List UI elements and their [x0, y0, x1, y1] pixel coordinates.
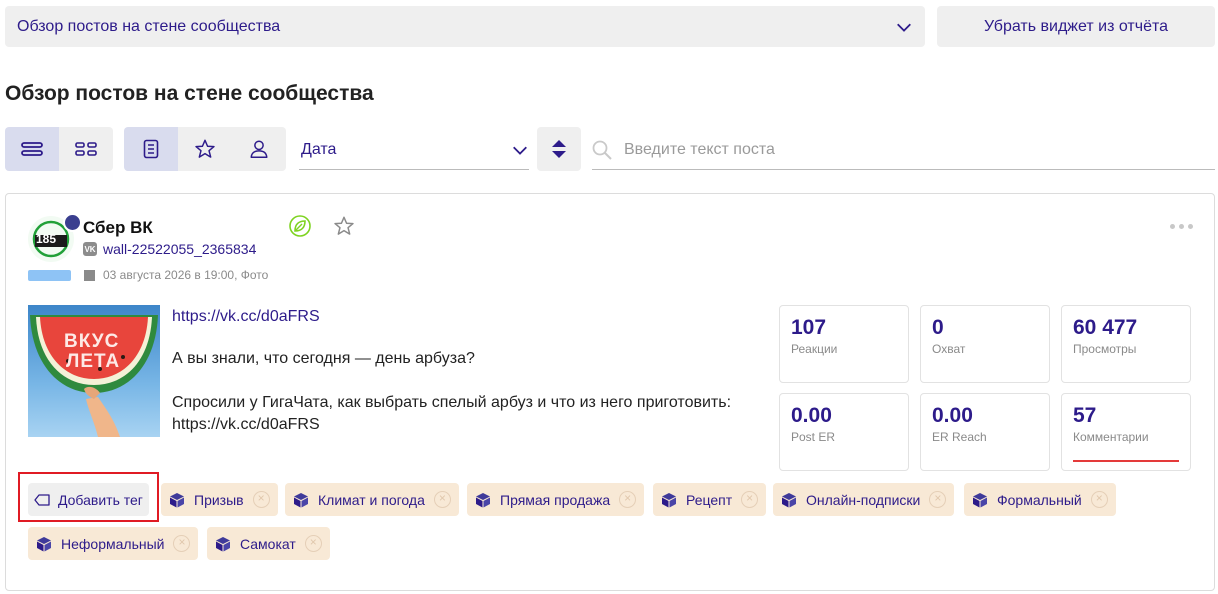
- cube-icon: [170, 492, 184, 507]
- favorites-button[interactable]: [178, 127, 232, 171]
- active-underline: [1073, 460, 1179, 462]
- all-posts-button[interactable]: [124, 127, 178, 171]
- sort-direction-button[interactable]: [537, 127, 581, 171]
- remove-tag-icon[interactable]: ×: [433, 491, 451, 508]
- tag-icon: [34, 493, 50, 506]
- tag-label: Неформальный: [61, 535, 165, 552]
- avatar-text: 185: [36, 232, 57, 246]
- cube-icon: [973, 492, 987, 507]
- user-icon: [250, 140, 268, 158]
- stat-er-reach: 0.00 ER Reach: [920, 393, 1050, 471]
- search-icon: [592, 140, 612, 160]
- remove-tag-icon[interactable]: ×: [1090, 491, 1108, 508]
- post-status-marker: [84, 270, 95, 281]
- leaf-icon: [289, 215, 311, 237]
- filter-switch: [124, 127, 286, 171]
- page-title: Обзор постов на стене сообщества: [5, 82, 374, 105]
- report-select[interactable]: Обзор постов на стене сообщества: [5, 6, 925, 47]
- cube-icon: [476, 492, 490, 507]
- tag-label: Рецепт: [686, 491, 733, 508]
- chevron-down-icon: [513, 146, 527, 155]
- search-input[interactable]: [624, 140, 1184, 159]
- remove-tag-icon[interactable]: ×: [741, 491, 759, 508]
- remove-tag-icon[interactable]: ×: [929, 491, 947, 508]
- remove-widget-button[interactable]: Убрать виджет из отчёта: [937, 6, 1215, 47]
- post-paragraph-2: Спросили у ГигаЧата, как выбрать спелый …: [172, 394, 732, 433]
- tag-label: Онлайн-подписки: [806, 491, 921, 508]
- remove-tag-icon[interactable]: ×: [304, 535, 322, 552]
- stat-label: Реакции: [791, 342, 838, 356]
- remove-tag-icon[interactable]: ×: [252, 491, 270, 508]
- tag-item[interactable]: Самокат ×: [207, 527, 330, 560]
- stat-label: Комментарии: [1073, 430, 1149, 444]
- post-image[interactable]: ВКУС ЛЕТА: [28, 305, 160, 437]
- tag-item[interactable]: Призыв ×: [161, 483, 278, 516]
- post-card: 185 Сбер ВК VK wall-22522055_2365834 03 …: [5, 193, 1215, 591]
- post-date: 03 августа 2026 в 19:00, Фото: [103, 268, 269, 282]
- stat-label: ER Reach: [932, 430, 987, 444]
- authors-button[interactable]: [232, 127, 286, 171]
- stat-reactions: 107 Реакции: [779, 305, 909, 383]
- stat-views: 60 477 Просмотры: [1061, 305, 1191, 383]
- stat-label: Охват: [932, 342, 966, 356]
- stat-label: Post ER: [791, 430, 836, 444]
- list-view-icon: [21, 142, 43, 156]
- vk-icon: VK: [83, 242, 97, 256]
- tag-item[interactable]: Онлайн-подписки ×: [773, 483, 955, 516]
- tag-item[interactable]: Формальный ×: [964, 483, 1116, 516]
- stat-reach: 0 Охват: [920, 305, 1050, 383]
- stat-value: 107: [791, 316, 827, 339]
- tag-label: Призыв: [194, 491, 244, 508]
- online-indicator: [63, 213, 82, 232]
- tag-item[interactable]: Неформальный ×: [28, 527, 199, 560]
- cube-icon: [216, 536, 230, 551]
- remove-tag-icon[interactable]: ×: [619, 491, 637, 508]
- document-icon: [143, 139, 159, 159]
- post-paragraph-1: А вы знали, что сегодня — день арбуза?: [172, 350, 475, 367]
- stat-label: Просмотры: [1073, 342, 1137, 356]
- sort-field-select[interactable]: Дата: [299, 130, 529, 170]
- tag-label: Формальный: [997, 491, 1082, 508]
- report-select-label: Обзор постов на стене сообщества: [17, 17, 281, 35]
- tag-label: Климат и погода: [318, 491, 425, 508]
- tag-item[interactable]: Прямая продажа ×: [467, 483, 645, 516]
- stat-value: 0.00: [791, 404, 832, 427]
- cube-icon: [662, 492, 676, 507]
- post-link[interactable]: https://vk.cc/d0aFRS: [172, 306, 772, 328]
- sort-icon: [552, 140, 566, 158]
- tag-item[interactable]: Рецепт ×: [653, 483, 767, 516]
- tag-label: Самокат: [240, 535, 296, 552]
- grid-view-icon: [75, 142, 97, 156]
- stat-value: 0: [932, 316, 944, 339]
- stat-value: 60 477: [1073, 316, 1138, 339]
- post-author[interactable]: Сбер ВК: [83, 218, 153, 238]
- cube-icon: [37, 536, 51, 551]
- post-type-bar: [28, 270, 71, 281]
- chevron-down-icon: [897, 23, 911, 32]
- sort-field-label: Дата: [301, 140, 337, 158]
- tag-item[interactable]: Климат и погода ×: [285, 483, 459, 516]
- stat-value: 0.00: [932, 404, 973, 427]
- tag-label: Прямая продажа: [500, 491, 611, 508]
- add-tag-label: Добавить тег: [58, 491, 143, 508]
- stat-comments[interactable]: 57 Комментарии: [1061, 393, 1191, 471]
- list-view-button[interactable]: [5, 127, 59, 171]
- cube-icon: [782, 492, 796, 507]
- post-text: https://vk.cc/d0aFRS А вы знали, что сег…: [172, 306, 772, 436]
- stat-value: 57: [1073, 404, 1097, 427]
- grid-view-button[interactable]: [59, 127, 113, 171]
- favorite-star-icon[interactable]: [333, 215, 355, 237]
- avatar: 185: [28, 213, 82, 262]
- view-mode-switch: [5, 127, 113, 171]
- more-options-icon[interactable]: [1170, 224, 1193, 229]
- cube-icon: [294, 492, 308, 507]
- image-caption-line1: ВКУС: [64, 331, 120, 352]
- image-caption-line2: ЛЕТА: [66, 351, 121, 372]
- remove-tag-icon[interactable]: ×: [173, 535, 191, 552]
- stat-post-er: 0.00 Post ER: [779, 393, 909, 471]
- star-icon: [195, 139, 215, 158]
- add-tag-button[interactable]: Добавить тег: [28, 483, 149, 516]
- post-wall-link[interactable]: wall-22522055_2365834: [103, 241, 256, 257]
- search-field: [592, 130, 1215, 170]
